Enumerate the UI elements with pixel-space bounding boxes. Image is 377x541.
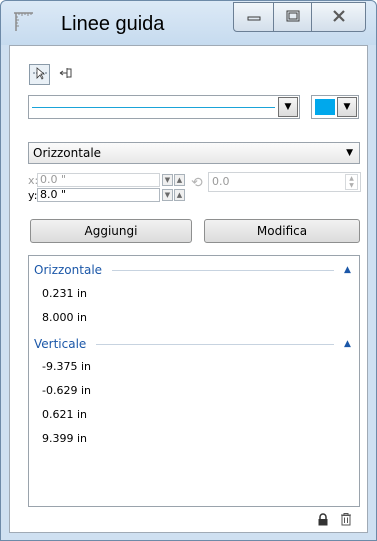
y-spinner[interactable]: ▼ ▲	[162, 189, 186, 201]
list-item[interactable]: -0.629 in	[42, 384, 91, 397]
snap-guide-icon	[58, 65, 74, 84]
line-style-preview	[32, 107, 275, 108]
group-header-horizontal[interactable]: Orizzontale ▲	[34, 262, 354, 278]
triangle-down-icon: ▼	[343, 102, 351, 112]
guidelines-ruler-icon	[11, 9, 37, 35]
x-coordinate-row: x: 0.0 " ▼ ▲	[28, 173, 186, 187]
panel-content: ▼ ▼ Orizzontale ▼ x: 0.0 " ▼ ▲ y: 8.0 "	[9, 45, 368, 533]
maximize-button[interactable]	[273, 2, 312, 32]
rotate-icon: ⟲	[191, 175, 203, 191]
guidelines-window: Linee guida ▼ ▼ Orizzontale ▼ x: 0.0 " ▼…	[0, 0, 377, 541]
chevron-up-icon[interactable]: ▲	[344, 339, 354, 349]
select-guide-icon	[32, 65, 48, 84]
close-button[interactable]	[311, 2, 366, 32]
add-button[interactable]: Aggiungi	[30, 219, 192, 243]
rotation-value: 0.0	[212, 175, 230, 188]
list-item[interactable]: 8.000 in	[42, 311, 87, 324]
x-input[interactable]: 0.0 "	[37, 173, 160, 187]
list-item[interactable]: 9.399 in	[42, 432, 87, 445]
group-divider	[112, 269, 334, 271]
orientation-selected: Orizzontale	[33, 146, 102, 160]
window-title: Linee guida	[61, 13, 165, 35]
close-icon	[332, 9, 346, 25]
orientation-dropdown[interactable]: Orizzontale ▼	[28, 142, 360, 164]
spin-down-icon[interactable]: ▼	[162, 174, 173, 186]
group-divider	[96, 343, 334, 345]
color-picker[interactable]: ▼	[311, 95, 359, 119]
spin-down-icon[interactable]: ▼	[162, 189, 173, 201]
maximize-icon	[286, 10, 300, 25]
list-item[interactable]: 0.231 in	[42, 287, 87, 300]
y-label: y:	[28, 188, 38, 202]
spin-up-icon[interactable]: ▲	[174, 174, 185, 186]
select-guide-tool[interactable]	[29, 64, 50, 85]
x-spinner[interactable]: ▼ ▲	[162, 174, 186, 186]
x-label: x:	[28, 173, 39, 187]
title-bar[interactable]: Linee guida	[1, 1, 376, 45]
y-coordinate-row: y: 8.0 " ▼ ▲	[28, 188, 186, 202]
chevron-up-icon[interactable]: ▲	[344, 265, 354, 275]
line-style-dropdown[interactable]: ▼	[28, 95, 300, 119]
rotation-input[interactable]: 0.0 ▲ ▼	[208, 172, 361, 192]
guidelines-list[interactable]: Orizzontale ▲ 0.231 in 8.000 in Vertical…	[28, 255, 360, 507]
spin-up-icon[interactable]: ▲	[174, 189, 185, 201]
rotation-spinner[interactable]: ▲ ▼	[345, 174, 358, 190]
edit-button[interactable]: Modifica	[204, 219, 360, 243]
color-dropdown-button[interactable]: ▼	[337, 97, 357, 117]
minimize-button[interactable]	[233, 2, 274, 32]
y-input[interactable]: 8.0 "	[37, 188, 160, 202]
chevron-down-icon: ▼	[346, 148, 353, 158]
trash-icon[interactable]	[339, 512, 353, 526]
group-header-vertical[interactable]: Verticale ▲	[34, 336, 354, 352]
snap-guide-tool[interactable]	[55, 64, 76, 85]
line-style-dropdown-button[interactable]: ▼	[278, 97, 298, 117]
color-swatch	[315, 99, 335, 115]
triangle-down-icon: ▼	[284, 102, 292, 112]
group-label: Verticale	[34, 337, 87, 351]
list-item[interactable]: -9.375 in	[42, 360, 91, 373]
lock-icon[interactable]	[316, 512, 330, 526]
group-label: Orizzontale	[34, 263, 103, 277]
minimize-icon	[247, 10, 261, 24]
list-item[interactable]: 0.621 in	[42, 408, 87, 421]
